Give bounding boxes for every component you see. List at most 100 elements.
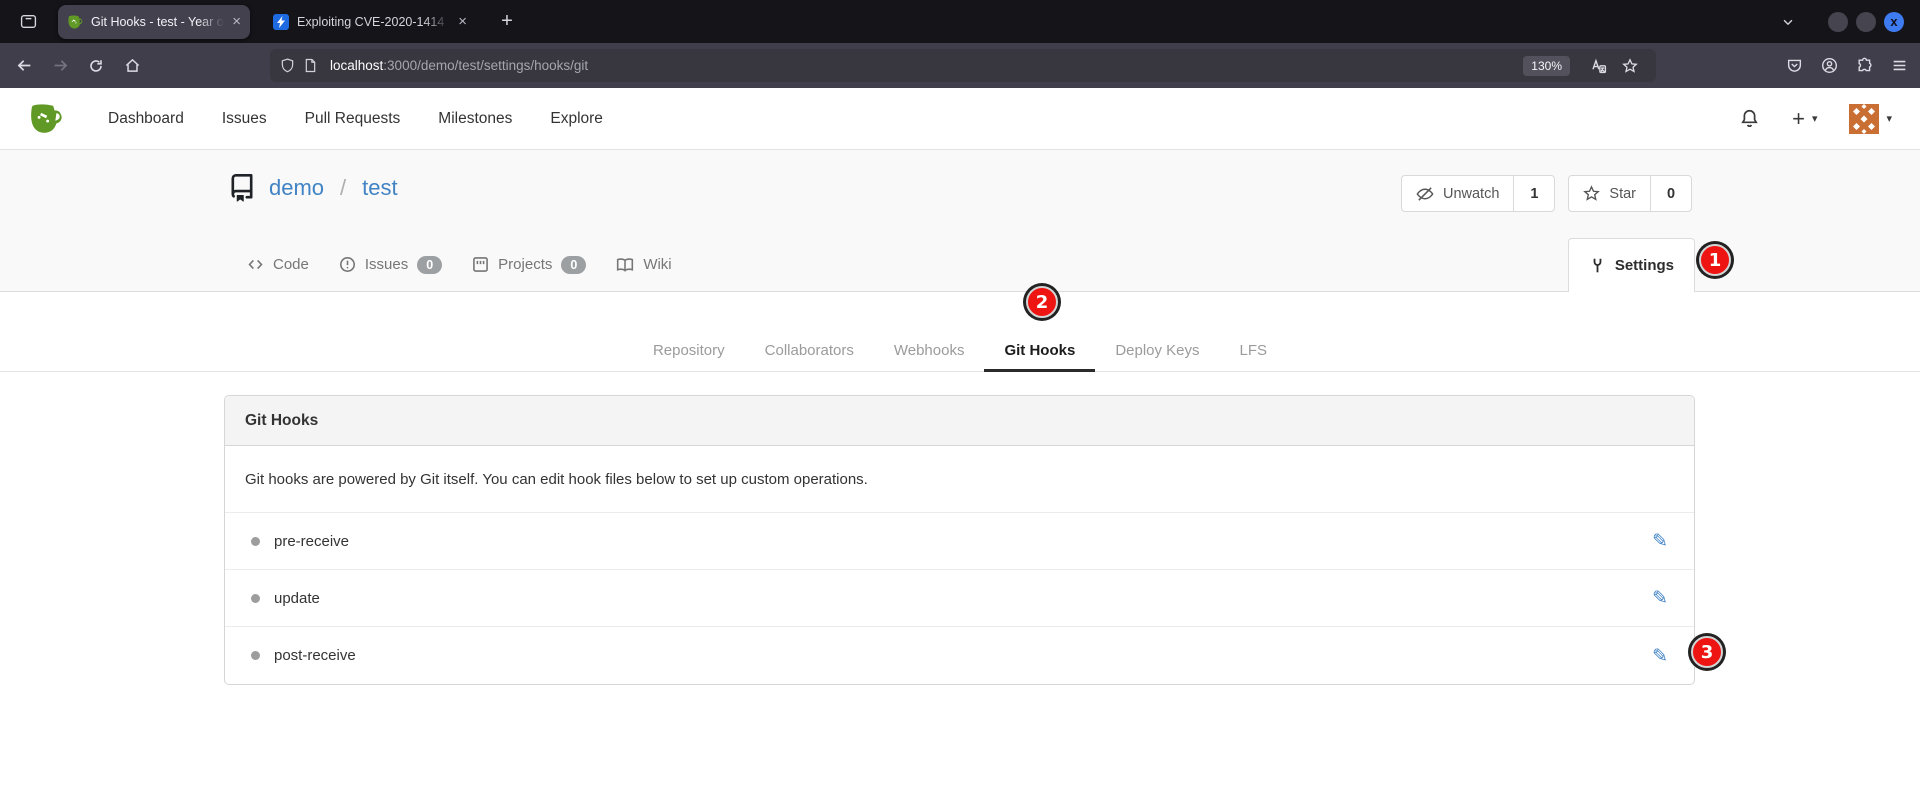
tab-code[interactable]: Code [232, 238, 324, 291]
star-button-group: Star 0 [1568, 175, 1692, 212]
hook-status-dot [251, 594, 260, 603]
subnav-lfs[interactable]: LFS [1220, 329, 1288, 371]
firefox-view-icon[interactable] [12, 6, 44, 38]
browser-tab-bar: Git Hooks - test - Year of t × Exploitin… [0, 0, 1920, 43]
url-text[interactable]: localhost:3000/demo/test/settings/hooks/… [330, 58, 588, 73]
subnav-webhooks[interactable]: Webhooks [874, 329, 985, 371]
annotation-marker-2: 2 [1026, 286, 1058, 318]
wrench-icon [1589, 257, 1606, 274]
screen: Git Hooks - test - Year of t × Exploitin… [0, 0, 1920, 812]
watch-count[interactable]: 1 [1513, 176, 1554, 211]
unwatch-button[interactable]: Unwatch [1402, 176, 1513, 211]
create-new-dropdown[interactable]: + ▾ [1792, 108, 1817, 130]
edit-pencil-icon[interactable]: ✎ [1652, 530, 1668, 552]
star-count[interactable]: 0 [1650, 176, 1691, 211]
annotation-marker-3: 3 [1691, 636, 1723, 668]
tab-wiki[interactable]: Wiki [601, 238, 686, 291]
forward-icon[interactable] [44, 50, 76, 82]
repo-tabs-spacer [687, 238, 1568, 291]
reload-icon[interactable] [80, 50, 112, 82]
avatar [1849, 104, 1879, 134]
chevron-down-icon: ▾ [1812, 112, 1818, 125]
nav-item-issues[interactable]: Issues [203, 110, 286, 128]
settings-subnav: Repository Collaborators Webhooks Git Ho… [0, 292, 1920, 372]
pocket-icon[interactable] [1786, 57, 1803, 74]
chevron-down-icon: ▾ [1886, 112, 1892, 125]
repo-header: demo / test Unwatch 1 Star 0 [0, 150, 1920, 292]
gitea-favicon [67, 14, 83, 30]
edit-pencil-icon[interactable]: ✎ [1652, 587, 1668, 609]
tab-issues-label: Issues [365, 256, 408, 273]
repo-book-icon [228, 174, 256, 202]
issue-icon [339, 256, 356, 273]
user-menu-dropdown[interactable]: ▾ [1849, 104, 1892, 134]
new-tab-button[interactable]: + [492, 7, 522, 37]
tab-title: Exploiting CVE-2020-1414 [297, 15, 450, 29]
hook-status-dot [251, 537, 260, 546]
gitea-nav-right: + ▾ ▾ [1739, 88, 1892, 149]
bolt-favicon [273, 14, 289, 30]
git-hooks-panel: Git Hooks Git hooks are powered by Git i… [224, 395, 1695, 685]
translate-icon[interactable] [1582, 50, 1614, 82]
tab-title: Git Hooks - test - Year of t [91, 15, 224, 29]
nav-item-milestones[interactable]: Milestones [419, 110, 531, 128]
browser-toolbar: localhost:3000/demo/test/settings/hooks/… [0, 43, 1920, 88]
account-icon[interactable] [1821, 57, 1838, 74]
edit-pencil-icon[interactable]: ✎ [1652, 645, 1668, 667]
back-icon[interactable] [8, 50, 40, 82]
subnav-deploy-keys[interactable]: Deploy Keys [1095, 329, 1219, 371]
hook-name: update [274, 590, 320, 607]
browser-tab-active[interactable]: Git Hooks - test - Year of t × [58, 5, 250, 39]
menu-hamburger-icon[interactable] [1891, 57, 1908, 74]
list-tabs-chevron-icon[interactable] [1774, 8, 1802, 36]
repo-name-link[interactable]: test [362, 175, 397, 201]
gitea-logo[interactable] [28, 101, 63, 136]
zoom-level-badge[interactable]: 130% [1523, 56, 1570, 76]
wiki-book-icon [616, 256, 634, 274]
notifications-bell-icon[interactable] [1739, 108, 1760, 129]
url-path: :3000/demo/test/settings/hooks/git [383, 58, 588, 73]
nav-item-pull-requests[interactable]: Pull Requests [286, 110, 420, 128]
bookmark-star-icon[interactable] [1614, 50, 1646, 82]
star-icon [1583, 185, 1600, 202]
star-label: Star [1609, 186, 1636, 202]
shield-icon[interactable] [280, 58, 295, 73]
repo-owner-link[interactable]: demo [269, 175, 324, 201]
nav-item-dashboard[interactable]: Dashboard [89, 110, 203, 128]
maximize-button[interactable] [1856, 12, 1876, 32]
url-bar[interactable]: localhost:3000/demo/test/settings/hooks/… [270, 49, 1656, 82]
panel-description: Git hooks are powered by Git itself. You… [225, 446, 1694, 513]
panel-title: Git Hooks [225, 396, 1694, 446]
window-close-button[interactable]: x [1884, 12, 1904, 32]
tab-settings[interactable]: Settings [1568, 238, 1695, 292]
tab-wiki-label: Wiki [643, 256, 671, 273]
tab-projects[interactable]: Projects 0 [457, 238, 601, 291]
subnav-git-hooks[interactable]: Git Hooks [984, 329, 1095, 371]
hook-row-update: update ✎ [225, 570, 1694, 627]
home-icon[interactable] [116, 50, 148, 82]
browser-tab-inactive[interactable]: Exploiting CVE-2020-1414 × [264, 5, 476, 39]
repo-path-separator: / [340, 175, 346, 201]
subnav-collaborators[interactable]: Collaborators [745, 329, 874, 371]
hook-name: pre-receive [274, 533, 349, 550]
tab-projects-label: Projects [498, 256, 552, 273]
repo-tabs: Code Issues 0 Projects 0 Wiki Settings [232, 238, 1920, 291]
subnav-repository[interactable]: Repository [633, 329, 745, 371]
toolbar-right-icons [1786, 43, 1908, 88]
nav-item-explore[interactable]: Explore [531, 110, 622, 128]
tab-code-label: Code [273, 256, 309, 273]
repo-actions: Unwatch 1 Star 0 [1401, 175, 1692, 212]
watch-button-group: Unwatch 1 [1401, 175, 1555, 212]
extensions-puzzle-icon[interactable] [1856, 57, 1873, 74]
gitea-nav-links: Dashboard Issues Pull Requests Milestone… [89, 88, 622, 149]
tab-issues[interactable]: Issues 0 [324, 238, 457, 291]
tab-settings-label: Settings [1615, 257, 1674, 274]
star-button[interactable]: Star [1569, 176, 1650, 211]
tab-close-icon[interactable]: × [232, 14, 241, 29]
tab-close-icon[interactable]: × [458, 14, 467, 29]
eye-slash-icon [1416, 185, 1434, 203]
plus-icon: + [1792, 108, 1805, 130]
minimize-button[interactable] [1828, 12, 1848, 32]
page-info-icon[interactable] [304, 58, 317, 73]
code-icon [247, 256, 264, 273]
